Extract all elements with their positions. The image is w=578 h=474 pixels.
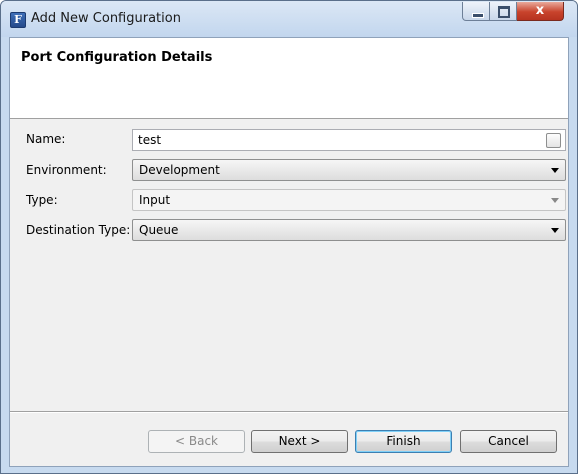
chevron-down-icon bbox=[551, 168, 559, 173]
type-select: Input bbox=[132, 189, 566, 211]
finish-button[interactable]: Finish bbox=[355, 430, 452, 453]
dialog-body: Port Configuration Details Name: test En… bbox=[9, 37, 569, 467]
environment-value: Development bbox=[139, 163, 220, 177]
page-title: Port Configuration Details bbox=[21, 50, 213, 65]
back-button: < Back bbox=[148, 430, 245, 453]
name-field[interactable]: test bbox=[132, 129, 566, 151]
app-logo-icon: F bbox=[10, 12, 26, 28]
name-value: test bbox=[138, 133, 162, 147]
type-value: Input bbox=[139, 193, 171, 207]
chevron-down-icon bbox=[551, 198, 559, 203]
close-button[interactable]: x bbox=[517, 2, 564, 21]
configuration-form: Name: test Environment: Development Type… bbox=[10, 120, 568, 410]
destination-type-value: Queue bbox=[139, 223, 179, 237]
next-button[interactable]: Next > bbox=[251, 430, 348, 453]
minimize-icon bbox=[472, 13, 484, 18]
title-bar[interactable]: F Add New Configuration x bbox=[1, 1, 577, 37]
close-icon: x bbox=[535, 3, 545, 18]
name-checkbox[interactable] bbox=[546, 133, 561, 148]
window-title: Add New Configuration bbox=[31, 11, 181, 26]
maximize-button[interactable] bbox=[490, 2, 517, 21]
button-separator bbox=[10, 411, 568, 413]
destination-type-select[interactable]: Queue bbox=[132, 219, 566, 241]
name-label: Name: bbox=[26, 132, 66, 146]
chevron-down-icon bbox=[551, 228, 559, 233]
type-label: Type: bbox=[26, 193, 58, 207]
cancel-button[interactable]: Cancel bbox=[460, 430, 557, 453]
environment-select[interactable]: Development bbox=[132, 159, 566, 181]
destination-type-label: Destination Type: bbox=[26, 223, 131, 237]
maximize-icon bbox=[498, 6, 510, 18]
minimize-button[interactable] bbox=[462, 2, 490, 21]
dialog-window: F Add New Configuration x Port Configura… bbox=[0, 0, 578, 474]
environment-label: Environment: bbox=[26, 163, 107, 177]
wizard-header: Port Configuration Details bbox=[10, 38, 568, 119]
